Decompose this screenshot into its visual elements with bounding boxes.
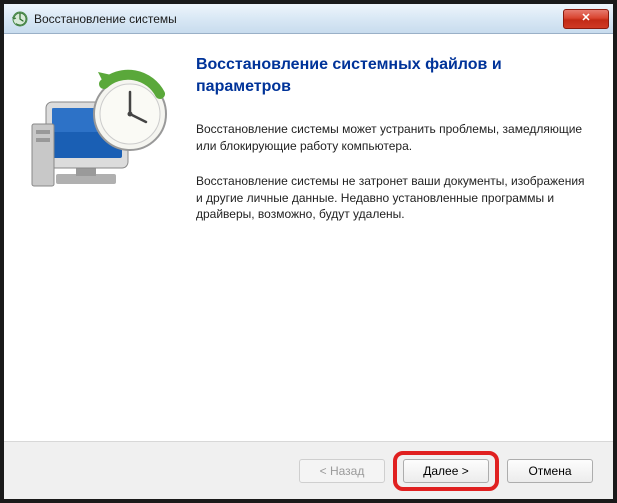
back-button: < Назад [299,459,385,483]
window-frame: Восстановление системы ✕ [0,0,617,503]
next-button[interactable]: Далее > [403,459,489,483]
description-para-2: Восстановление системы не затронет ваши … [196,173,585,223]
highlight-annotation: Далее > [393,451,499,491]
system-restore-icon [12,11,28,27]
content-area: Восстановление системных файлов и параме… [4,34,613,441]
window-title: Восстановление системы [34,12,563,26]
cancel-button[interactable]: Отмена [507,459,593,483]
titlebar[interactable]: Восстановление системы ✕ [4,4,613,34]
close-button[interactable]: ✕ [563,9,609,29]
wizard-footer: < Назад Далее > Отмена [4,441,613,499]
page-heading: Восстановление системных файлов и параме… [196,54,585,97]
description-para-1: Восстановление системы может устранить п… [196,121,585,155]
close-icon: ✕ [581,13,590,24]
restore-illustration [28,54,178,241]
